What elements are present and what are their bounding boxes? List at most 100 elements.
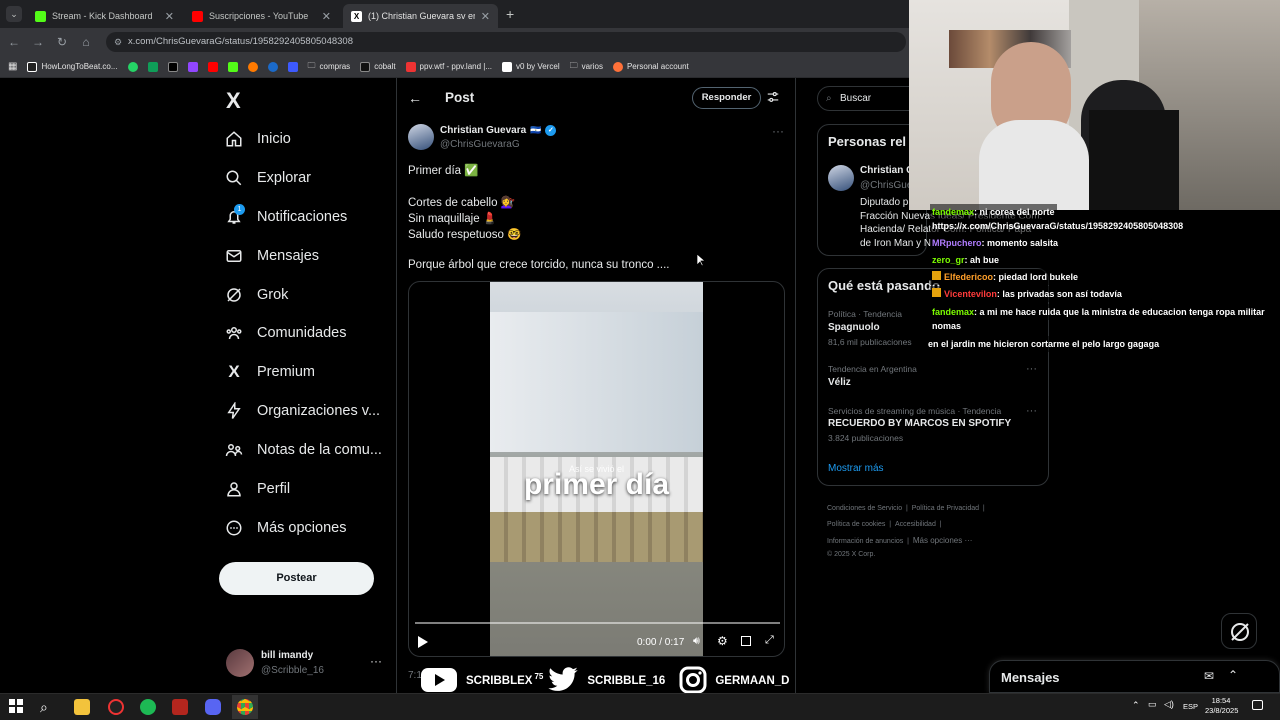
nav-premium[interactable]: X Premium [225,357,315,387]
bookmark-favicon-icon[interactable] [287,61,298,72]
nav-organizations[interactable]: Organizaciones v... [225,396,380,426]
trend-more-icon[interactable]: ··· [1026,363,1037,375]
close-tab-icon[interactable]: ✕ [165,10,174,23]
bookmark[interactable]: cobalt [360,61,396,72]
whatsapp-icon[interactable] [127,61,138,72]
nav-communities[interactable]: Comunidades [225,318,346,348]
trend-name[interactable]: Véliz [828,377,851,388]
messages-title: Mensajes [1001,670,1060,685]
author-name-row[interactable]: Christian Guevara 🇸🇻 ✓ [440,125,557,136]
kick-icon [35,10,46,22]
windows-start-icon[interactable] [9,699,25,715]
twitch-icon[interactable] [187,61,198,72]
close-tab-icon[interactable]: ✕ [322,10,331,23]
discord-icon[interactable] [205,699,221,715]
home-icon[interactable]: ⌂ [78,34,94,50]
show-more-link[interactable]: Mostrar más [828,463,884,474]
address-bar-input[interactable]: ⚙ x.com/ChrisGuevaraG/status/19582924058… [106,32,906,52]
clock[interactable]: 18:54 23/8/2025 [1205,696,1239,716]
reload-icon[interactable]: ↻ [54,34,70,50]
notifications-icon[interactable] [1252,700,1263,710]
pip-icon[interactable] [741,636,751,646]
grok-floating-button[interactable] [1221,613,1257,649]
volume-icon[interactable]: ◁) [1164,699,1174,710]
reply-button[interactable]: Responder [692,87,761,109]
footer-link[interactable]: Política de cookies [827,521,885,528]
avatar[interactable] [226,649,254,677]
tab-title: Suscripciones - YouTube [209,11,309,21]
post-more-icon[interactable]: ··· [772,124,784,138]
obs-icon[interactable] [108,699,124,715]
close-tab-icon[interactable]: ✕ [481,10,490,23]
spotify-icon[interactable] [140,699,156,715]
nav-notifications[interactable]: 1 Notificaciones [225,202,347,232]
nav-grok[interactable]: Grok [225,280,288,310]
trend-more-icon[interactable]: ··· [1026,405,1037,417]
forward-arrow-icon[interactable]: → [30,34,46,50]
chevron-up-icon[interactable]: ⌃ [1228,668,1238,682]
new-message-icon[interactable]: ✉ [1204,669,1214,683]
youtube-icon[interactable] [207,61,218,72]
nav-explore[interactable]: Explorar [225,163,311,193]
related-avatar[interactable] [828,165,854,191]
chat-message: fandemax: a mi me hace ruida que la mini… [930,304,1267,320]
tab-x-post[interactable]: X (1) Christian Guevara sv en X: "P ✕ [343,4,498,28]
bookmark[interactable]: v0 by Vercel [502,61,560,72]
messages-drawer[interactable]: Mensajes ✉ ⌃ [989,660,1280,693]
chrome-taskbar-button[interactable] [232,695,258,719]
tab-kick-dashboard[interactable]: Stream - Kick Dashboard ✕ [27,4,182,28]
play-icon[interactable] [418,635,428,648]
nav-label: Mensajes [257,248,320,264]
bookmark-favicon-icon[interactable] [267,61,278,72]
kick-icon[interactable] [227,61,238,72]
network-icon[interactable]: ▭ [1148,699,1157,710]
chevron-up-icon[interactable]: ⌃ [1132,700,1140,711]
bookmark[interactable]: HowLongToBeat.co... [27,61,118,72]
post-button[interactable]: Postear [219,562,374,595]
bookmark-favicon-icon[interactable] [147,61,158,72]
account-more-icon[interactable]: ··· [370,654,382,668]
nav-more-options[interactable]: Más opciones [225,513,346,543]
bookmark-favicon-icon[interactable] [247,61,258,72]
app-icon[interactable] [172,699,188,715]
gear-icon[interactable]: ⚙ [717,634,728,648]
tab-youtube[interactable]: Suscripciones - YouTube ✕ [184,4,339,28]
language-indicator[interactable]: ESP [1183,702,1198,711]
footer-link[interactable]: Más opciones ··· [913,536,973,545]
bookmark[interactable]: ppv.wtf - ppv.land |... [405,61,492,72]
footer-link[interactable]: Condiciones de Servicio [827,505,902,512]
nav-home[interactable]: Inicio [225,124,291,154]
volume-icon[interactable]: 🔊︎ [693,635,700,648]
video-player[interactable]: Así se vivió el primer día 0:00 / 0:17 🔊… [408,281,785,657]
bookmark-folder[interactable]: 🗀 compras [308,60,351,74]
file-explorer-icon[interactable] [74,699,90,715]
video-progress-bar[interactable] [415,622,780,624]
clock-date: 23/8/2025 [1205,706,1239,715]
trend-name[interactable]: RECUERDO BY MARCOS EN SPOTIFY [828,418,1011,429]
nav-messages[interactable]: Mensajes [225,241,319,271]
bookmark[interactable]: Personal account [612,61,689,72]
apps-grid-icon[interactable]: ▦ [8,61,17,72]
bookmark-folder[interactable]: 🗀 varios [570,60,603,74]
nav-profile[interactable]: Perfil [225,474,290,504]
grok-icon [225,286,243,304]
search-icon[interactable]: ⌕ [40,699,56,715]
x-logo-icon[interactable] [167,61,178,72]
site-info-icon[interactable]: ⚙ [114,32,122,52]
back-arrow-icon[interactable]: ← [6,34,22,50]
chat-message: Elfedericoo: piedad lord bukele [930,269,1081,285]
settings-sliders-icon[interactable] [766,90,780,109]
related-handle: @ChrisGue [860,180,913,191]
footer-link[interactable]: Información de anuncios [827,538,903,545]
related-name[interactable]: Christian G [860,165,914,176]
new-tab-button[interactable]: + [506,6,514,22]
back-arrow-icon[interactable]: ← [408,90,422,106]
trend-name[interactable]: Spagnuolo [828,322,880,333]
footer-link[interactable]: Política de Privacidad [912,505,979,512]
author-avatar[interactable] [408,124,434,150]
tab-list-button[interactable]: ⌄ [6,6,22,22]
nav-community-notes[interactable]: Notas de la comu... [225,435,382,465]
fullscreen-icon[interactable]: ⤢ [765,634,774,647]
x-logo-icon[interactable]: X [226,88,241,114]
footer-link[interactable]: Accesibilidad [895,521,936,528]
